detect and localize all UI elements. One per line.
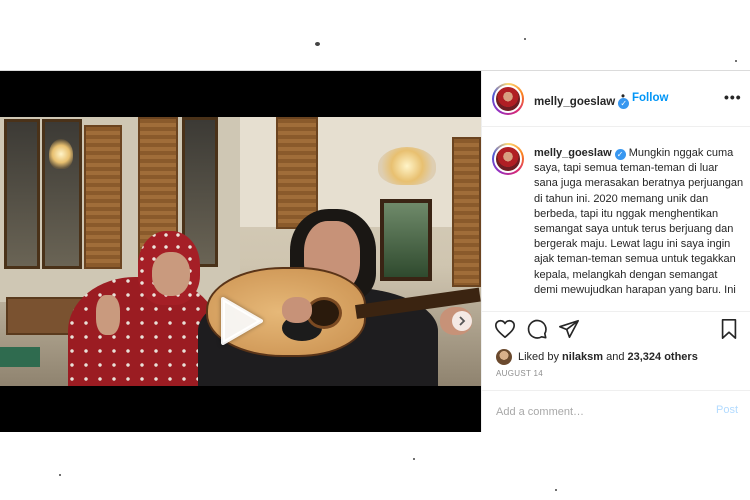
save-button[interactable] [718, 318, 742, 342]
avatar[interactable] [496, 349, 512, 365]
speck [315, 42, 320, 46]
bookmark-icon [721, 319, 737, 339]
likes-count-link[interactable]: 23,324 others [628, 351, 698, 363]
chevron-right-icon [459, 316, 466, 326]
heart-icon [495, 319, 515, 339]
post-video[interactable] [0, 71, 481, 432]
caption-text: Mungkin nggak cuma saya, tapi semua tema… [534, 147, 744, 296]
verified-badge-icon: ✓ [614, 149, 626, 160]
comment-bar: Post [482, 390, 750, 432]
liked-by-user-link[interactable]: nilaksm [562, 351, 603, 363]
speck [59, 474, 61, 476]
speck [413, 458, 415, 460]
caption: melly_goeslaw ✓ Mungkin nggak cuma saya, … [534, 146, 744, 298]
username-link[interactable]: melly_goeslaw [534, 96, 615, 108]
chandelier [378, 147, 436, 185]
caption-username-link[interactable]: melly_goeslaw [534, 147, 612, 159]
avatar[interactable] [492, 83, 524, 115]
speck [524, 38, 526, 40]
more-options-button[interactable]: ••• [724, 89, 742, 105]
speck [555, 489, 557, 491]
chandelier [49, 139, 73, 169]
comment-button[interactable] [526, 318, 550, 342]
avatar[interactable] [492, 143, 524, 175]
instagram-post: melly_goeslaw ✓ • Follow ••• melly_goesla… [0, 70, 750, 432]
play-icon [221, 297, 263, 345]
post-comment-button[interactable]: Post [716, 404, 738, 416]
comment-input[interactable] [496, 403, 696, 421]
likes-summary: Liked by nilaksm and 23,324 others [496, 347, 698, 367]
separator-dot: • [621, 91, 626, 103]
follow-button[interactable]: Follow [632, 92, 668, 104]
comment-icon [527, 319, 547, 339]
post-date[interactable]: AUGUST 14 [496, 369, 543, 378]
next-slide-button[interactable] [452, 311, 472, 331]
caption-scroll-area[interactable]: melly_goeslaw ✓ Mungkin nggak cuma saya, … [482, 128, 750, 306]
share-button[interactable] [558, 318, 582, 342]
paper-plane-icon [559, 319, 579, 339]
post-header: melly_goeslaw ✓ • Follow ••• [482, 71, 750, 127]
play-button[interactable] [214, 294, 268, 348]
post-details-panel: melly_goeslaw ✓ • Follow ••• melly_goesla… [481, 71, 750, 432]
action-bar [482, 311, 750, 347]
like-button[interactable] [494, 318, 518, 342]
speck [735, 60, 737, 62]
